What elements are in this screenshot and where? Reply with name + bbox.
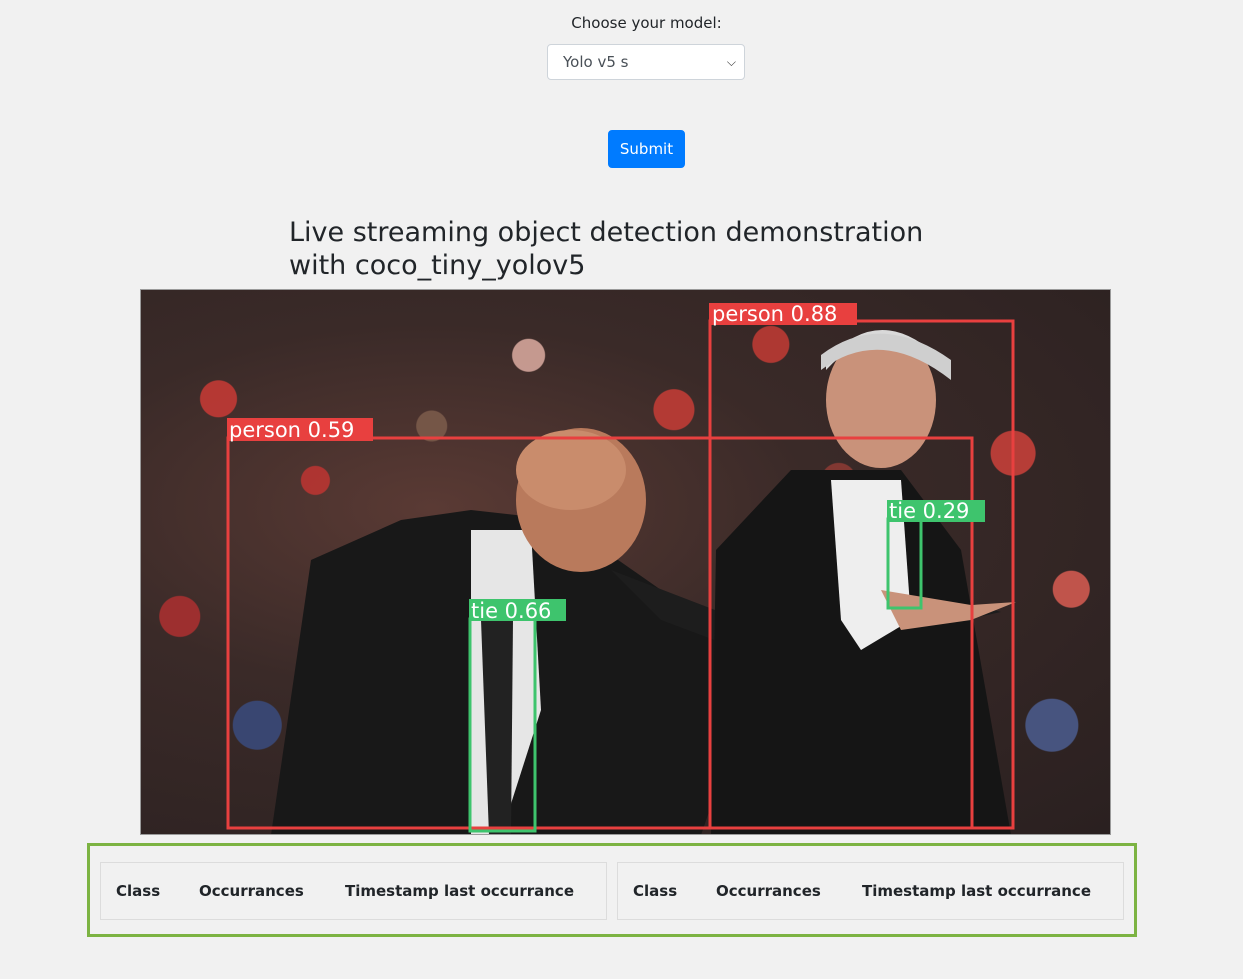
occurrence-table-right: Class Occurrances Timestamp last occurra… bbox=[617, 862, 1124, 920]
column-header-occurrances[interactable]: Occurrances bbox=[716, 882, 821, 900]
stream-title: Live streaming object detection demonstr… bbox=[289, 217, 924, 281]
model-select-value: Yolo v5 s bbox=[563, 53, 629, 71]
detection-label-tie-029: tie 0.29 bbox=[889, 499, 969, 523]
submit-button[interactable]: Submit bbox=[608, 130, 685, 168]
column-header-timestamp[interactable]: Timestamp last occurrance bbox=[345, 882, 574, 900]
detection-label-person-059: person 0.59 bbox=[229, 418, 354, 442]
detection-label-tie-066: tie 0.66 bbox=[471, 599, 551, 623]
occurrence-tables-panel: Class Occurrances Timestamp last occurra… bbox=[87, 843, 1137, 937]
person-figure-right bbox=[711, 330, 1016, 834]
column-header-occurrances[interactable]: Occurrances bbox=[199, 882, 304, 900]
detection-stream-image: person 0.88 person 0.59 tie 0.29 tie 0.6… bbox=[140, 289, 1111, 835]
chevron-down-icon: ⌵ bbox=[726, 55, 736, 69]
column-header-timestamp[interactable]: Timestamp last occurrance bbox=[862, 882, 1091, 900]
model-label: Choose your model: bbox=[571, 14, 722, 32]
occurrence-table-left: Class Occurrances Timestamp last occurra… bbox=[100, 862, 607, 920]
column-header-class[interactable]: Class bbox=[633, 882, 677, 900]
column-header-class[interactable]: Class bbox=[116, 882, 160, 900]
detection-overlay: person 0.88 person 0.59 tie 0.29 tie 0.6… bbox=[226, 302, 1016, 834]
detection-label-person-088: person 0.88 bbox=[712, 302, 837, 326]
model-select[interactable]: Yolo v5 s ⌵ bbox=[547, 44, 745, 80]
